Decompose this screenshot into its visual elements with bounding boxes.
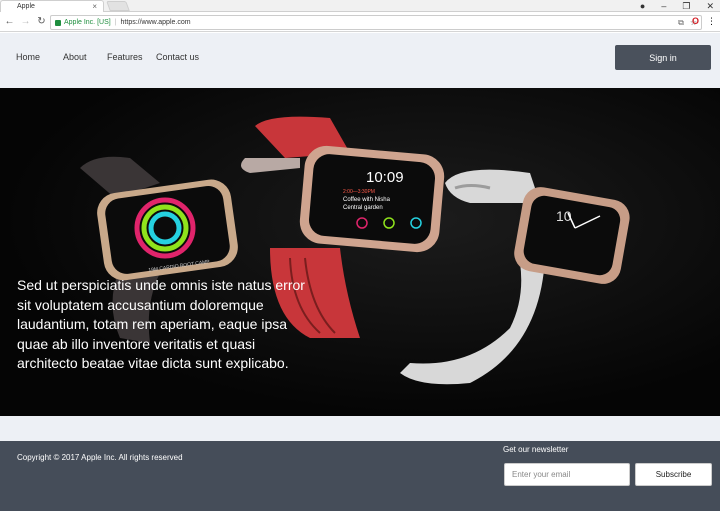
menu-kebab-icon[interactable]: ⋮ (707, 16, 716, 27)
sign-in-button[interactable]: Sign in (615, 45, 711, 70)
nav-features[interactable]: Features (107, 52, 143, 62)
address-bar[interactable]: Apple Inc. [US] | https://www.apple.com … (50, 15, 702, 30)
secure-site-label: Apple Inc. [US] (64, 19, 111, 26)
copyright-text: Copyright © 2017 Apple Inc. All rights r… (17, 453, 183, 462)
email-input[interactable] (504, 463, 630, 486)
hero-paragraph: Sed ut perspiciatis unde omnis iste natu… (17, 277, 305, 372)
translate-icon[interactable]: ⧉ (678, 18, 684, 28)
close-window-icon[interactable]: ✕ (706, 1, 714, 12)
center-watch-event-time: 2:00—3:30PM (343, 189, 375, 195)
site-header: Home About Features Contact us (0, 33, 720, 88)
back-arrow-icon[interactable]: ← (3, 15, 16, 29)
window-controls: ● – ❐ ✕ (640, 0, 714, 12)
browser-toolbar: ← → ↻ Apple Inc. [US] | https://www.appl… (0, 12, 720, 32)
center-watch-time: 10:09 (366, 169, 404, 186)
url-text[interactable]: https://www.apple.com (121, 19, 191, 26)
center-watch-event: Coffee with Nisha (343, 197, 391, 203)
profile-icon[interactable]: ● (640, 1, 645, 11)
close-tab-icon[interactable]: × (92, 2, 97, 11)
restore-icon[interactable]: ❐ (682, 1, 690, 12)
reload-icon[interactable]: ↻ (35, 15, 48, 29)
nav-about[interactable]: About (63, 52, 87, 62)
minimize-icon[interactable]: – (661, 1, 666, 11)
new-tab-button[interactable] (106, 1, 130, 11)
lock-icon (55, 19, 61, 26)
forward-arrow-icon[interactable]: → (19, 15, 32, 29)
section-divider (0, 416, 720, 441)
tab-title: Apple (17, 3, 35, 10)
browser-tabstrip: Apple × ● – ❐ ✕ (0, 0, 720, 12)
address-separator: | (114, 19, 117, 26)
nav-contact[interactable]: Contact us (156, 52, 199, 62)
hero-banner: 19M CARDIO BOOT CAMP 10:09 2:00—3:30PM C… (0, 88, 720, 416)
newsletter-title: Get our newsletter (503, 445, 569, 454)
center-watch-event-place: Central garden (343, 205, 383, 211)
nav-home[interactable]: Home (16, 52, 40, 62)
subscribe-button[interactable]: Subscribe (635, 463, 712, 486)
opera-extension-icon[interactable]: O (692, 16, 699, 27)
browser-tab-apple[interactable]: Apple × (0, 0, 104, 12)
site-footer: Copyright © 2017 Apple Inc. All rights r… (0, 441, 720, 511)
